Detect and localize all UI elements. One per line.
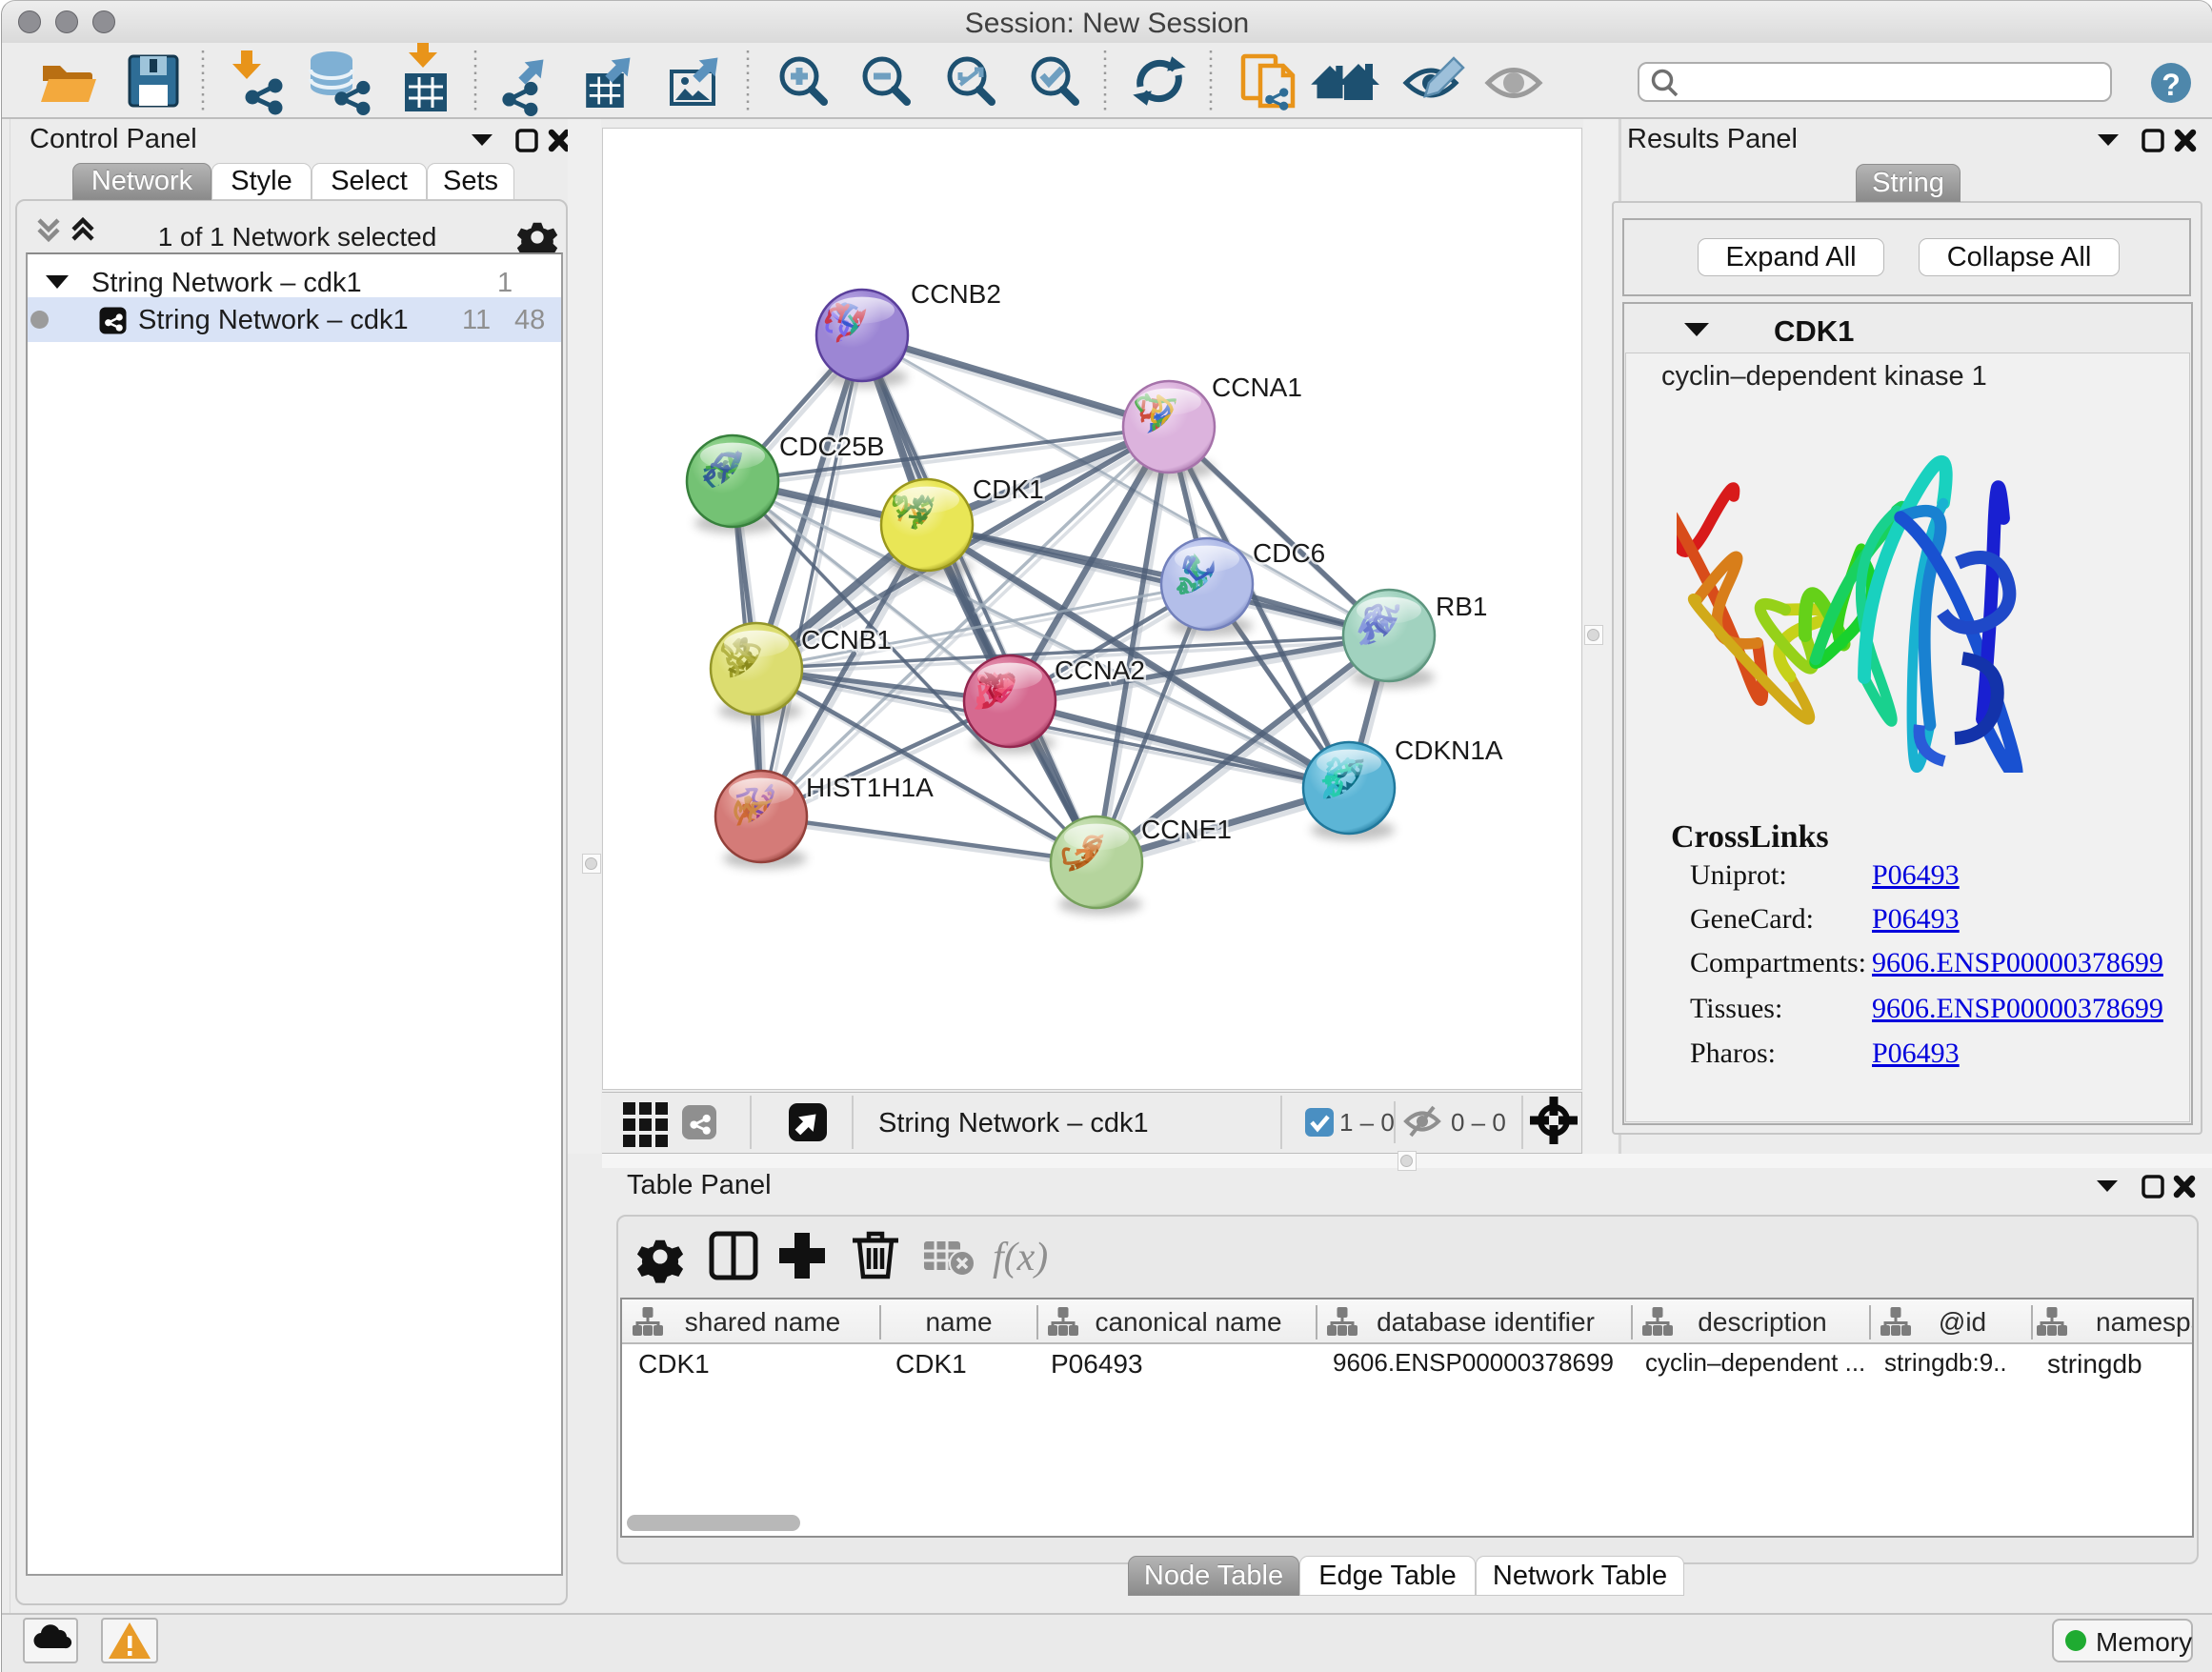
svg-text:CCNA1: CCNA1 [1212,373,1302,402]
svg-text:CCNE1: CCNE1 [1141,815,1232,844]
svg-text:namespace: namespace [2096,1307,2192,1337]
svg-text:CCNB1: CCNB1 [801,625,892,655]
svg-text:1 – 0: 1 – 0 [1339,1108,1395,1137]
svg-text:@id: @id [1939,1307,1986,1337]
svg-text:CDKN1A: CDKN1A [1395,735,1503,765]
svg-text:String Network – cdk1: String Network – cdk1 [878,1108,1149,1138]
svg-text:name: name [925,1307,992,1337]
svg-text:HIST1H1A: HIST1H1A [806,773,934,802]
svg-text:canonical name: canonical name [1095,1307,1281,1337]
svg-text:shared name: shared name [685,1307,840,1337]
svg-text:f(x): f(x) [993,1236,1048,1279]
svg-text:CCNB2: CCNB2 [911,279,1001,309]
svg-text:CCNA2: CCNA2 [1055,655,1145,685]
svg-text:0 – 0: 0 – 0 [1451,1108,1506,1137]
svg-text:RB1: RB1 [1436,592,1487,621]
svg-text:CDK1: CDK1 [973,474,1044,504]
svg-text:description: description [1698,1307,1826,1337]
svg-text:database identifier: database identifier [1377,1307,1595,1337]
svg-text:CDC6: CDC6 [1253,538,1325,568]
svg-text:CDC25B: CDC25B [779,432,884,461]
